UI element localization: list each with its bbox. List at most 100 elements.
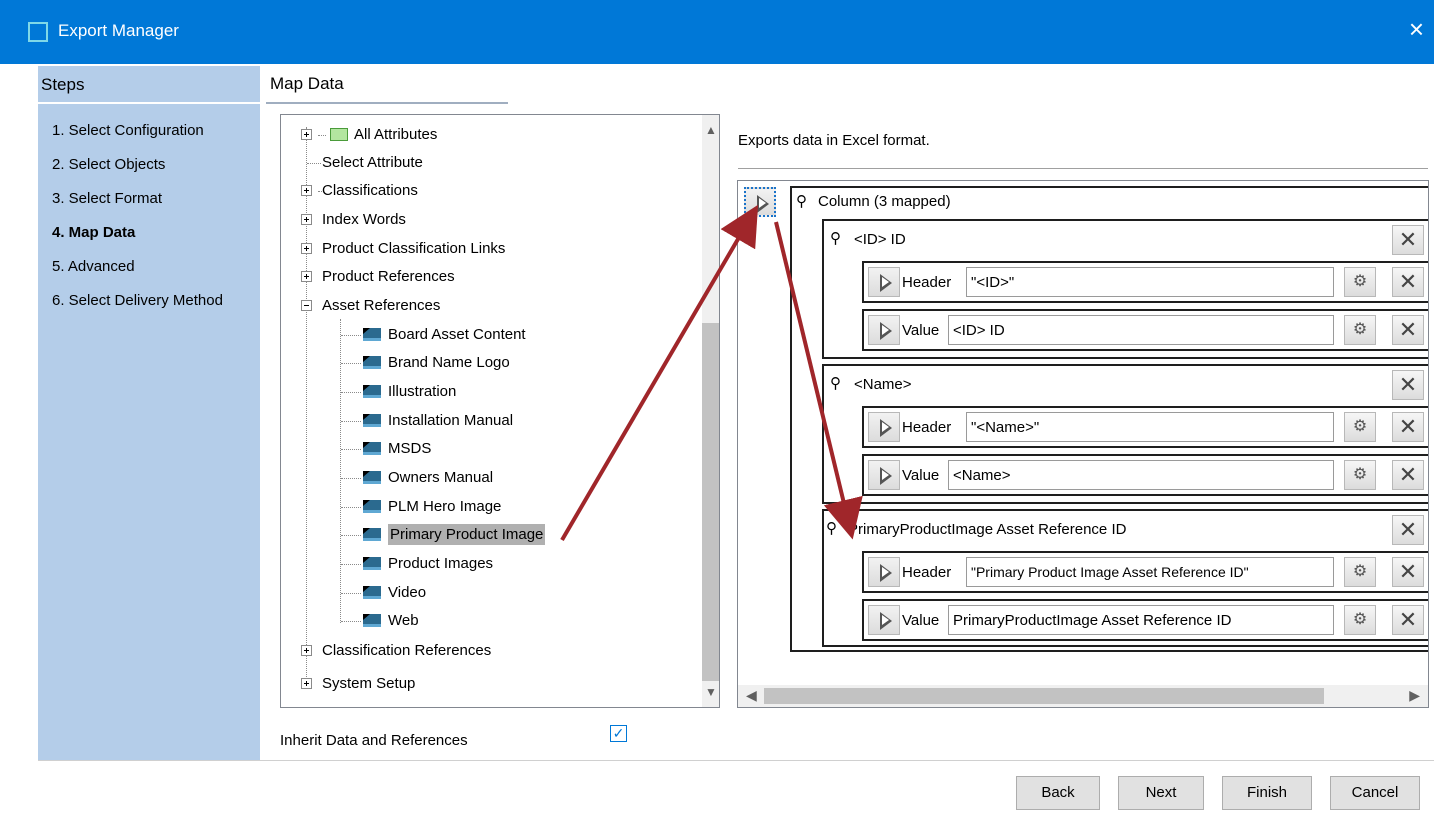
gear-icon[interactable]: ⚙: [1344, 605, 1376, 635]
app-icon: [28, 22, 48, 42]
steps-list: 1. Select Configuration 2. Select Object…: [52, 122, 223, 326]
play-button[interactable]: [868, 460, 900, 490]
remove-icon[interactable]: ✕: [1392, 315, 1424, 345]
close-icon[interactable]: ×: [1409, 16, 1424, 42]
asset-icon: [363, 328, 381, 341]
inherit-checkbox[interactable]: ✓: [610, 725, 627, 742]
title-bar: Export Manager ×: [0, 0, 1434, 64]
gear-icon[interactable]: ⚙: [1344, 412, 1376, 442]
cancel-button[interactable]: Cancel: [1330, 776, 1420, 810]
asset-icon: [363, 414, 381, 427]
step-item: 2. Select Objects: [52, 156, 166, 173]
header-label: Header: [902, 419, 952, 436]
scroll-down-icon[interactable]: ▼: [705, 685, 717, 699]
asset-icon: [363, 614, 381, 627]
scroll-right-icon[interactable]: ▶: [1409, 687, 1420, 704]
asset-icon: [363, 500, 381, 513]
column-name: PrimaryProductImage Asset Reference ID: [848, 521, 1127, 538]
expand-icon[interactable]: [301, 271, 312, 282]
remove-icon[interactable]: ✕: [1392, 460, 1424, 490]
play-button[interactable]: [868, 412, 900, 442]
remove-icon[interactable]: ✕: [1392, 605, 1424, 635]
header-field[interactable]: "Primary Product Image Asset Reference I…: [966, 557, 1334, 587]
value-row: Value PrimaryProductImage Asset Referenc…: [862, 599, 1428, 641]
pin-icon: ⚲: [796, 193, 807, 210]
play-button[interactable]: [868, 557, 900, 587]
gear-icon[interactable]: ⚙: [1344, 267, 1376, 297]
header-field[interactable]: "<Name>": [966, 412, 1334, 442]
inherit-label: Inherit Data and References: [280, 732, 468, 749]
page-title: Map Data: [270, 74, 344, 93]
header-row: Header "<Name>" ⚙ ✕: [862, 406, 1428, 448]
asset-icon: [363, 586, 381, 599]
value-label: Value: [902, 322, 940, 339]
asset-icon: [363, 471, 381, 484]
remove-icon[interactable]: ✕: [1392, 515, 1424, 545]
title-underline: [266, 102, 508, 104]
remove-icon[interactable]: ✕: [1392, 267, 1424, 297]
column-mapping: ⚲ <Name> ✕ Header "<Name>" ⚙ ✕ Value <Na…: [822, 364, 1428, 504]
gear-icon[interactable]: ⚙: [1344, 315, 1376, 345]
attribute-tree[interactable]: All Attributes Select Attribute Classifi…: [280, 114, 720, 708]
value-label: Value: [902, 612, 940, 629]
scroll-up-icon[interactable]: ▲: [705, 123, 717, 137]
divider: [738, 168, 1428, 169]
steps-panel: Steps 1. Select Configuration 2. Select …: [38, 66, 260, 760]
asset-icon: [363, 528, 381, 541]
step-item-active: 4. Map Data: [52, 224, 136, 241]
column-mapping: ⚲ <ID> ID ✕ Header "<ID>" ⚙ ✕ Value <ID>…: [822, 219, 1428, 359]
column-label: Column (3 mapped): [818, 193, 951, 210]
steps-heading: Steps: [38, 66, 260, 104]
scrollbar-thumb[interactable]: [702, 323, 719, 681]
map-play-button[interactable]: [744, 187, 776, 217]
play-button[interactable]: [868, 605, 900, 635]
value-field[interactable]: <ID> ID: [948, 315, 1334, 345]
expand-icon[interactable]: [301, 678, 312, 689]
step-item: 6. Select Delivery Method: [52, 292, 223, 309]
column-name: <Name>: [854, 376, 912, 393]
finish-button[interactable]: Finish: [1222, 776, 1312, 810]
scroll-left-icon[interactable]: ◀: [746, 687, 757, 704]
remove-icon[interactable]: ✕: [1392, 370, 1424, 400]
expand-icon[interactable]: [301, 214, 312, 225]
collapse-icon[interactable]: [301, 300, 312, 311]
back-button[interactable]: Back: [1016, 776, 1100, 810]
expand-icon[interactable]: [301, 129, 312, 140]
tree-guide-line: [306, 127, 307, 689]
pin-icon: ⚲: [830, 230, 841, 247]
remove-icon[interactable]: ✕: [1392, 225, 1424, 255]
window-title: Export Manager: [58, 21, 179, 40]
value-field[interactable]: PrimaryProductImage Asset Reference ID: [948, 605, 1334, 635]
value-field[interactable]: <Name>: [948, 460, 1334, 490]
next-button[interactable]: Next: [1118, 776, 1204, 810]
format-description: Exports data in Excel format.: [738, 132, 930, 149]
gear-icon[interactable]: ⚙: [1344, 460, 1376, 490]
asset-icon: [363, 442, 381, 455]
remove-icon[interactable]: ✕: [1392, 412, 1424, 442]
step-item: 1. Select Configuration: [52, 122, 204, 139]
mapping-panel[interactable]: ⚲ Column (3 mapped) ⚲ <ID> ID ✕ Header "…: [737, 180, 1429, 708]
pin-icon: ⚲: [830, 375, 841, 392]
footer-divider: [38, 760, 1434, 761]
column-mapping: ⚲ PrimaryProductImage Asset Reference ID…: [822, 509, 1428, 647]
header-row: Header "Primary Product Image Asset Refe…: [862, 551, 1428, 593]
step-item: 5. Advanced: [52, 258, 135, 275]
expand-icon[interactable]: [301, 645, 312, 656]
value-row: Value <ID> ID ⚙ ✕: [862, 309, 1428, 351]
header-field[interactable]: "<ID>": [966, 267, 1334, 297]
tree-scrollbar[interactable]: ▲ ▼: [702, 115, 719, 707]
asset-icon: [363, 356, 381, 369]
gear-icon[interactable]: ⚙: [1344, 557, 1376, 587]
mapping-hscrollbar[interactable]: ◀ ▶: [738, 685, 1428, 707]
scrollbar-thumb[interactable]: [764, 688, 1324, 704]
expand-icon[interactable]: [301, 185, 312, 196]
expand-icon[interactable]: [301, 243, 312, 254]
play-button[interactable]: [868, 315, 900, 345]
play-button[interactable]: [868, 267, 900, 297]
step-item: 3. Select Format: [52, 190, 163, 207]
header-label: Header: [902, 274, 952, 291]
remove-icon[interactable]: ✕: [1392, 557, 1424, 587]
value-label: Value: [902, 467, 940, 484]
asset-icon: [363, 557, 381, 570]
value-row: Value <Name> ⚙ ✕: [862, 454, 1428, 496]
